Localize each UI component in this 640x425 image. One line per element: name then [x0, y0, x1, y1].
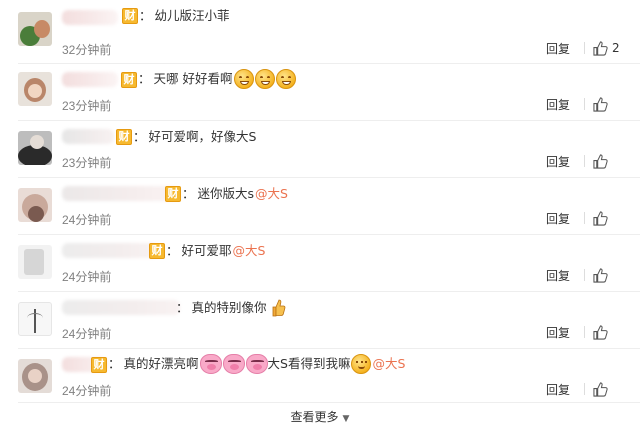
mention-link[interactable]: @大S — [372, 355, 405, 373]
grin-emoji — [233, 69, 254, 89]
thumbs-up-icon — [593, 267, 608, 283]
list-bottom-divider — [18, 402, 640, 403]
chevron-down-icon: ▼ — [342, 414, 350, 424]
comment-row: 财 ：真的好漂亮啊 大S看得到我嘛 @大S 24分钟前 回复 — [18, 348, 640, 405]
like-button[interactable] — [593, 95, 623, 113]
comment-time: 24分钟前 — [62, 213, 112, 227]
reply-button[interactable]: 回复 — [546, 153, 570, 170]
reply-button[interactable]: 回复 — [546, 267, 570, 284]
username-blurred[interactable] — [62, 300, 180, 315]
thumbs-up-icon — [593, 96, 608, 112]
avatar[interactable] — [18, 245, 52, 279]
thumbs-up-icon — [272, 299, 285, 317]
action-divider — [584, 98, 585, 110]
like-button[interactable] — [593, 266, 623, 284]
vip-badge: 财 — [116, 129, 132, 145]
action-divider — [584, 42, 585, 54]
like-button[interactable] — [593, 323, 623, 341]
username-blurred[interactable] — [62, 243, 158, 258]
vip-badge: 财 — [122, 8, 138, 24]
pig-emoji — [222, 354, 245, 374]
avatar[interactable] — [18, 12, 52, 46]
pig-emoji — [199, 354, 222, 374]
comment-row: ：真的特别像你 24分钟前 回复 — [18, 291, 640, 348]
comment-text: ：幼儿版汪小菲 — [139, 8, 230, 23]
thumbs-up-icon — [593, 153, 608, 169]
thumbs-up-emoji — [270, 298, 286, 318]
avatar[interactable] — [18, 131, 52, 165]
like-button[interactable] — [593, 380, 623, 398]
vip-badge: 财 — [149, 243, 165, 259]
avatar[interactable] — [18, 188, 52, 222]
reply-button[interactable]: 回复 — [546, 381, 570, 398]
grin-emoji — [275, 69, 296, 89]
thumbs-up-icon — [593, 381, 608, 397]
avatar[interactable] — [18, 359, 52, 393]
comment-text: ：天哪 好好看啊 — [138, 69, 296, 89]
grin-emoji — [254, 69, 275, 89]
like-button[interactable] — [593, 152, 623, 170]
reply-button[interactable]: 回复 — [546, 324, 570, 341]
comment-list: 财 ：幼儿版汪小菲 32分钟前 回复 2 财 ：天哪 好好看啊 23分钟前 回复 — [0, 0, 640, 424]
comment-row: 财 ：好可爱耶 @大S 24分钟前 回复 — [18, 234, 640, 291]
comment-text: ：好可爱耶 @大S — [166, 242, 266, 260]
comment-text: ：真的好漂亮啊 大S看得到我嘛 @大S — [108, 354, 405, 374]
comment-row: 财 ：幼儿版汪小菲 32分钟前 回复 2 — [18, 0, 640, 57]
like-button[interactable]: 2 — [593, 39, 623, 57]
comment-time: 32分钟前 — [62, 43, 112, 57]
mention-link[interactable]: @大S — [255, 185, 288, 203]
comment-time: 24分钟前 — [62, 327, 112, 341]
thumbs-up-icon — [593, 40, 608, 56]
comment-time: 24分钟前 — [62, 384, 112, 398]
comment-time: 23分钟前 — [62, 99, 112, 113]
mention-link[interactable]: @大S — [233, 242, 266, 260]
comment-text: ：好可爱啊，好像大S — [133, 129, 257, 144]
comment-time: 23分钟前 — [62, 156, 112, 170]
action-divider — [584, 269, 585, 281]
like-count: 2 — [612, 41, 620, 55]
comment-row: 财 ：好可爱啊，好像大S 23分钟前 回复 — [18, 120, 640, 177]
smile-emoji — [351, 354, 372, 374]
action-divider — [584, 383, 585, 395]
thumbs-up-icon — [593, 324, 608, 340]
view-more-link[interactable]: 查看更多 ▼ — [0, 408, 640, 425]
action-divider — [584, 326, 585, 338]
avatar[interactable] — [18, 72, 52, 106]
pig-emoji — [245, 354, 268, 374]
comment-row: 财 ：天哪 好好看啊 23分钟前 回复 — [18, 63, 640, 120]
action-divider — [584, 212, 585, 224]
vip-badge: 财 — [165, 186, 181, 202]
reply-button[interactable]: 回复 — [546, 210, 570, 227]
like-button[interactable] — [593, 209, 623, 227]
vip-badge: 财 — [121, 72, 137, 88]
reply-button[interactable]: 回复 — [546, 96, 570, 113]
view-more-label: 查看更多 — [290, 410, 339, 424]
reply-button[interactable]: 回复 — [546, 40, 570, 57]
comment-time: 24分钟前 — [62, 270, 112, 284]
username-blurred[interactable] — [62, 10, 118, 25]
username-blurred[interactable] — [62, 129, 114, 144]
username-blurred[interactable] — [62, 186, 180, 201]
comment-text: ：迷你版大s @大S — [182, 185, 288, 203]
username-blurred[interactable] — [62, 72, 118, 87]
comment-row: 财 ：迷你版大s @大S 24分钟前 回复 — [18, 177, 640, 234]
comment-text: ：真的特别像你 — [176, 299, 286, 317]
vip-badge: 财 — [91, 357, 107, 373]
thumbs-up-icon — [593, 210, 608, 226]
avatar[interactable] — [18, 302, 52, 336]
action-divider — [584, 155, 585, 167]
